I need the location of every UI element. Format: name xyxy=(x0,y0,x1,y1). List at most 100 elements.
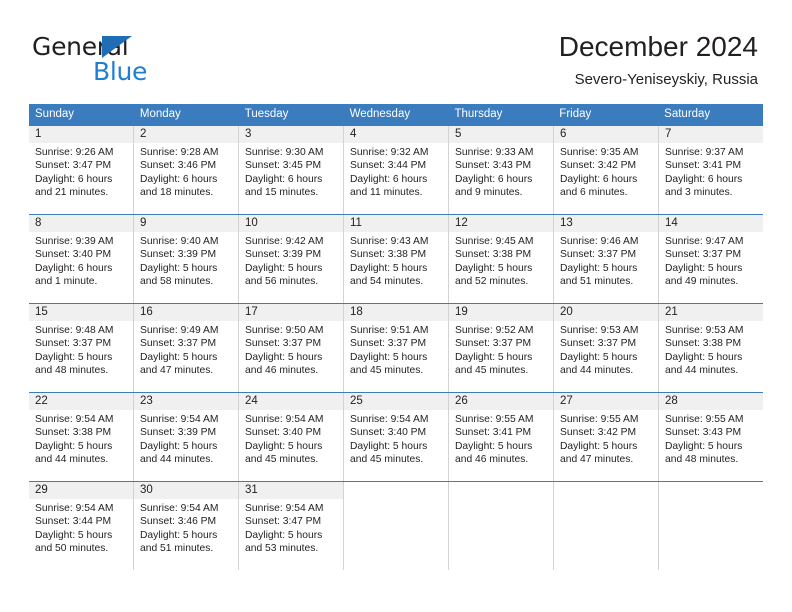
day-cell[interactable]: 23 Sunrise: 9:54 AM Sunset: 3:39 PM Dayl… xyxy=(134,393,239,481)
day-details: Sunrise: 9:47 AM Sunset: 3:37 PM Dayligh… xyxy=(659,232,763,289)
day-number: 1 xyxy=(35,128,42,140)
day-cell[interactable]: 15 Sunrise: 9:48 AM Sunset: 3:37 PM Dayl… xyxy=(29,304,134,392)
day-number-band: 3 xyxy=(239,126,343,143)
day-cell[interactable]: 30 Sunrise: 9:54 AM Sunset: 3:46 PM Dayl… xyxy=(134,482,239,570)
day-number: 10 xyxy=(245,217,258,229)
page-header: General Blue December 2024 Severo-Yenise… xyxy=(0,0,792,104)
daylight-text-line2: and 48 minutes. xyxy=(665,454,739,466)
day-number: 26 xyxy=(455,395,468,407)
daylight-text-line1: Daylight: 6 hours xyxy=(665,173,743,185)
day-number: 13 xyxy=(560,217,573,229)
sunrise-text: Sunrise: 9:55 AM xyxy=(560,414,639,425)
day-cell[interactable]: 11 Sunrise: 9:43 AM Sunset: 3:38 PM Dayl… xyxy=(344,215,449,303)
sunrise-text: Sunrise: 9:48 AM xyxy=(35,325,114,336)
daylight-text-line2: and 58 minutes. xyxy=(140,276,214,288)
day-cell[interactable]: 13 Sunrise: 9:46 AM Sunset: 3:37 PM Dayl… xyxy=(554,215,659,303)
day-cell[interactable]: 25 Sunrise: 9:54 AM Sunset: 3:40 PM Dayl… xyxy=(344,393,449,481)
sunrise-text: Sunrise: 9:50 AM xyxy=(245,325,324,336)
day-cell[interactable]: 28 Sunrise: 9:55 AM Sunset: 3:43 PM Dayl… xyxy=(659,393,763,481)
day-number: 9 xyxy=(140,217,147,229)
daylight-text-line2: and 45 minutes. xyxy=(350,365,424,377)
sunset-text: Sunset: 3:42 PM xyxy=(560,160,637,172)
day-cell[interactable]: 22 Sunrise: 9:54 AM Sunset: 3:38 PM Dayl… xyxy=(29,393,134,481)
day-cell[interactable]: 21 Sunrise: 9:53 AM Sunset: 3:38 PM Dayl… xyxy=(659,304,763,392)
day-cell[interactable]: 12 Sunrise: 9:45 AM Sunset: 3:38 PM Dayl… xyxy=(449,215,554,303)
daylight-text-line1: Daylight: 5 hours xyxy=(560,440,638,452)
day-details: Sunrise: 9:50 AM Sunset: 3:37 PM Dayligh… xyxy=(239,321,343,378)
sunrise-text: Sunrise: 9:28 AM xyxy=(140,147,219,158)
sunrise-text: Sunrise: 9:46 AM xyxy=(560,236,639,247)
sunset-text: Sunset: 3:37 PM xyxy=(560,338,637,350)
daylight-text-line1: Daylight: 5 hours xyxy=(350,351,428,363)
day-number-band: 30 xyxy=(134,482,238,499)
daylight-text-line2: and 50 minutes. xyxy=(35,543,109,555)
daylight-text-line1: Daylight: 6 hours xyxy=(35,173,113,185)
day-number-band: 2 xyxy=(134,126,238,143)
day-cell[interactable]: 7 Sunrise: 9:37 AM Sunset: 3:41 PM Dayli… xyxy=(659,126,763,214)
day-cell[interactable]: 18 Sunrise: 9:51 AM Sunset: 3:37 PM Dayl… xyxy=(344,304,449,392)
day-cell[interactable]: 1 Sunrise: 9:26 AM Sunset: 3:47 PM Dayli… xyxy=(29,126,134,214)
day-cell-empty xyxy=(554,482,659,570)
sunrise-text: Sunrise: 9:54 AM xyxy=(35,414,114,425)
daylight-text-line1: Daylight: 6 hours xyxy=(245,173,323,185)
day-cell[interactable]: 27 Sunrise: 9:55 AM Sunset: 3:42 PM Dayl… xyxy=(554,393,659,481)
daylight-text-line1: Daylight: 5 hours xyxy=(665,262,743,274)
day-cell[interactable]: 19 Sunrise: 9:52 AM Sunset: 3:37 PM Dayl… xyxy=(449,304,554,392)
general-blue-logo[interactable]: General Blue xyxy=(32,33,212,89)
daylight-text-line2: and 45 minutes. xyxy=(245,454,319,466)
day-number: 22 xyxy=(35,395,48,407)
day-cell[interactable]: 16 Sunrise: 9:49 AM Sunset: 3:37 PM Dayl… xyxy=(134,304,239,392)
sunset-text: Sunset: 3:41 PM xyxy=(665,160,742,172)
sunrise-text: Sunrise: 9:33 AM xyxy=(455,147,534,158)
weekday-header-sunday: Sunday xyxy=(35,108,75,120)
daylight-text-line2: and 46 minutes. xyxy=(455,454,529,466)
sunrise-text: Sunrise: 9:55 AM xyxy=(665,414,744,425)
day-cell[interactable]: 31 Sunrise: 9:54 AM Sunset: 3:47 PM Dayl… xyxy=(239,482,344,570)
day-details: Sunrise: 9:53 AM Sunset: 3:37 PM Dayligh… xyxy=(554,321,658,378)
day-cell[interactable]: 17 Sunrise: 9:50 AM Sunset: 3:37 PM Dayl… xyxy=(239,304,344,392)
day-number: 25 xyxy=(350,395,363,407)
daylight-text-line1: Daylight: 6 hours xyxy=(560,173,638,185)
sunset-text: Sunset: 3:47 PM xyxy=(35,160,112,172)
daylight-text-line1: Daylight: 5 hours xyxy=(140,351,218,363)
daylight-text-line1: Daylight: 5 hours xyxy=(35,440,113,452)
day-number-band: 19 xyxy=(449,304,553,321)
daylight-text-line2: and 21 minutes. xyxy=(35,187,109,199)
day-cell[interactable]: 9 Sunrise: 9:40 AM Sunset: 3:39 PM Dayli… xyxy=(134,215,239,303)
sunrise-text: Sunrise: 9:26 AM xyxy=(35,147,114,158)
day-number: 24 xyxy=(245,395,258,407)
daylight-text-line2: and 53 minutes. xyxy=(245,543,319,555)
day-cell[interactable]: 3 Sunrise: 9:30 AM Sunset: 3:45 PM Dayli… xyxy=(239,126,344,214)
day-cell[interactable]: 24 Sunrise: 9:54 AM Sunset: 3:40 PM Dayl… xyxy=(239,393,344,481)
day-details: Sunrise: 9:40 AM Sunset: 3:39 PM Dayligh… xyxy=(134,232,238,289)
daylight-text-line2: and 47 minutes. xyxy=(140,365,214,377)
day-cell[interactable]: 4 Sunrise: 9:32 AM Sunset: 3:44 PM Dayli… xyxy=(344,126,449,214)
day-cell[interactable]: 2 Sunrise: 9:28 AM Sunset: 3:46 PM Dayli… xyxy=(134,126,239,214)
day-cell[interactable]: 10 Sunrise: 9:42 AM Sunset: 3:39 PM Dayl… xyxy=(239,215,344,303)
daylight-text-line2: and 44 minutes. xyxy=(35,454,109,466)
day-details: Sunrise: 9:54 AM Sunset: 3:40 PM Dayligh… xyxy=(239,410,343,467)
sunset-text: Sunset: 3:40 PM xyxy=(245,427,322,439)
day-number: 29 xyxy=(35,484,48,496)
daylight-text-line1: Daylight: 5 hours xyxy=(35,351,113,363)
sunrise-text: Sunrise: 9:52 AM xyxy=(455,325,534,336)
day-cell[interactable]: 5 Sunrise: 9:33 AM Sunset: 3:43 PM Dayli… xyxy=(449,126,554,214)
daylight-text-line2: and 45 minutes. xyxy=(455,365,529,377)
daylight-text-line1: Daylight: 5 hours xyxy=(140,262,218,274)
sunrise-text: Sunrise: 9:47 AM xyxy=(665,236,744,247)
day-cell[interactable]: 29 Sunrise: 9:54 AM Sunset: 3:44 PM Dayl… xyxy=(29,482,134,570)
sunrise-text: Sunrise: 9:42 AM xyxy=(245,236,324,247)
day-cell[interactable]: 20 Sunrise: 9:53 AM Sunset: 3:37 PM Dayl… xyxy=(554,304,659,392)
day-cell[interactable]: 6 Sunrise: 9:35 AM Sunset: 3:42 PM Dayli… xyxy=(554,126,659,214)
day-cell[interactable]: 8 Sunrise: 9:39 AM Sunset: 3:40 PM Dayli… xyxy=(29,215,134,303)
sunset-text: Sunset: 3:38 PM xyxy=(35,427,112,439)
daylight-text-line1: Daylight: 5 hours xyxy=(350,440,428,452)
daylight-text-line1: Daylight: 5 hours xyxy=(665,351,743,363)
day-cell[interactable]: 26 Sunrise: 9:55 AM Sunset: 3:41 PM Dayl… xyxy=(449,393,554,481)
day-cell[interactable]: 14 Sunrise: 9:47 AM Sunset: 3:37 PM Dayl… xyxy=(659,215,763,303)
daylight-text-line2: and 3 minutes. xyxy=(665,187,733,199)
day-number-band: 10 xyxy=(239,215,343,232)
day-number: 2 xyxy=(140,128,147,140)
day-number: 8 xyxy=(35,217,42,229)
day-details: Sunrise: 9:49 AM Sunset: 3:37 PM Dayligh… xyxy=(134,321,238,378)
